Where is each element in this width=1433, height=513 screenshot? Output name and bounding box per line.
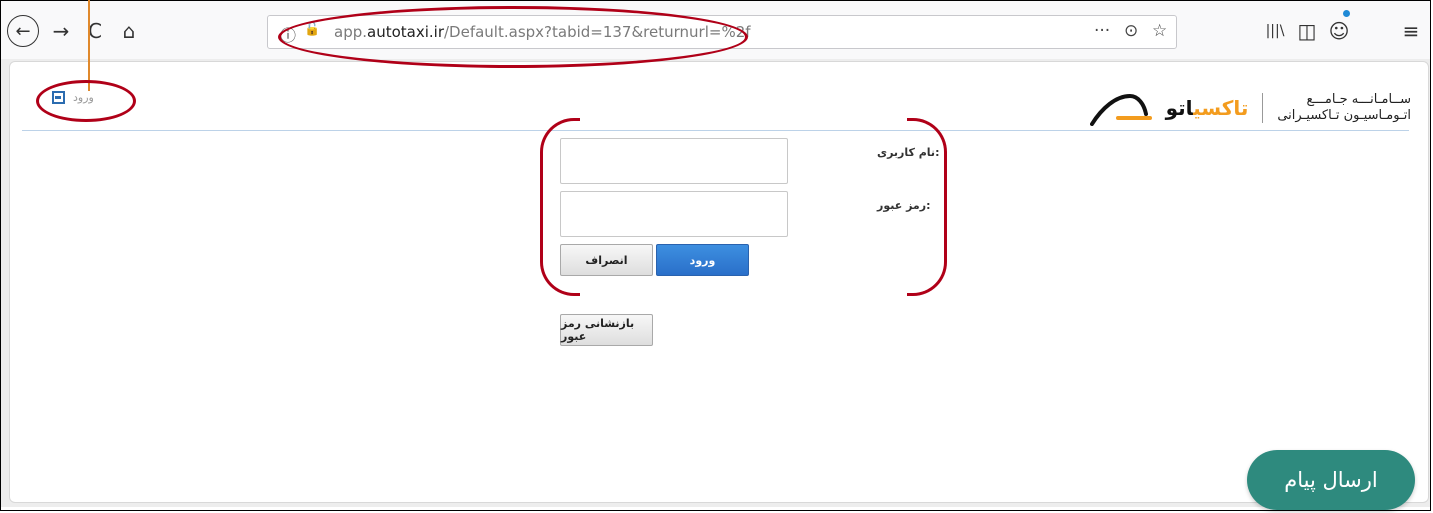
swoosh-logo-icon (1089, 93, 1152, 126)
menu-button[interactable]: ≡ (1397, 17, 1425, 45)
library-icon: |||\ (1265, 23, 1285, 39)
reset-password-button[interactable]: بازنشانی رمز عبور (560, 314, 653, 346)
annotation-form-bracket-right (907, 118, 947, 296)
brand-divider (1262, 93, 1264, 123)
page-info-icon[interactable]: ⓘ (280, 22, 296, 46)
brand-name-dark: اتو (1165, 96, 1194, 120)
account-icon: ☺ (1328, 19, 1350, 43)
forward-arrow-icon: → (52, 19, 70, 43)
page-actions-icon[interactable]: ··· (1094, 21, 1110, 41)
login-icon (52, 91, 65, 104)
back-arrow-icon: ← (15, 20, 31, 42)
address-bar[interactable]: ⓘ 🔓 app.autotaxi.ir/Default.aspx?tabid=1… (267, 15, 1177, 49)
library-button[interactable]: |||\ (1261, 17, 1289, 45)
password-input[interactable] (560, 191, 788, 237)
sidebar-icon: ◫ (1297, 19, 1317, 43)
annotation-pointer-line (88, 0, 90, 91)
pocket-icon[interactable]: ⊙ (1124, 21, 1138, 41)
send-message-button[interactable]: ارسال پیام (1247, 450, 1415, 510)
reload-button[interactable]: C (81, 17, 109, 45)
username-input[interactable] (560, 138, 788, 184)
browser-toolbar: ← → C ⌂ ⓘ 🔓 app.autotaxi.ir/Default.aspx… (1, 1, 1430, 60)
home-icon: ⌂ (122, 19, 136, 43)
brand-subtitle: ســامـانـــه جـامـــع اتـومـاسیـون تـاکس… (1277, 92, 1411, 124)
annotation-form-bracket-left (540, 118, 580, 296)
login-link[interactable]: ورود (52, 91, 94, 104)
url-prefix: app. (334, 23, 368, 41)
login-button[interactable]: ورود (656, 244, 749, 276)
hamburger-menu-icon: ≡ (1402, 19, 1420, 43)
bookmark-star-icon[interactable]: ☆ (1152, 21, 1167, 41)
brand-name: تاکسیاتو (1166, 96, 1249, 120)
url-domain: autotaxi.ir (367, 23, 444, 41)
brand-logo: تاکسیاتو ســامـانـــه جـامـــع اتـومـاسی… (1089, 90, 1411, 126)
url-text[interactable]: app.autotaxi.ir/Default.aspx?tabid=137&r… (334, 23, 751, 41)
account-notification-dot (1343, 10, 1350, 17)
login-link-label: ورود (73, 91, 94, 104)
back-button[interactable]: ← (7, 15, 39, 47)
url-path: /Default.aspx?tabid=137&returnurl=%2f (444, 23, 751, 41)
brand-subtitle-line1: ســامـانـــه جـامـــع (1306, 92, 1411, 107)
brand-subtitle-line2: اتـومـاسیـون تـاکسیـرانی (1277, 108, 1411, 123)
header-divider (22, 130, 1409, 131)
insecure-lock-icon[interactable]: 🔓 (304, 22, 320, 37)
account-button[interactable]: ☺ (1325, 17, 1353, 45)
home-button[interactable]: ⌂ (115, 17, 143, 45)
sidebar-button[interactable]: ◫ (1293, 17, 1321, 45)
page-content (9, 61, 1429, 503)
brand-name-orange: تاکسی (1193, 96, 1249, 120)
forward-button[interactable]: → (47, 17, 75, 45)
reload-icon: C (88, 19, 102, 43)
